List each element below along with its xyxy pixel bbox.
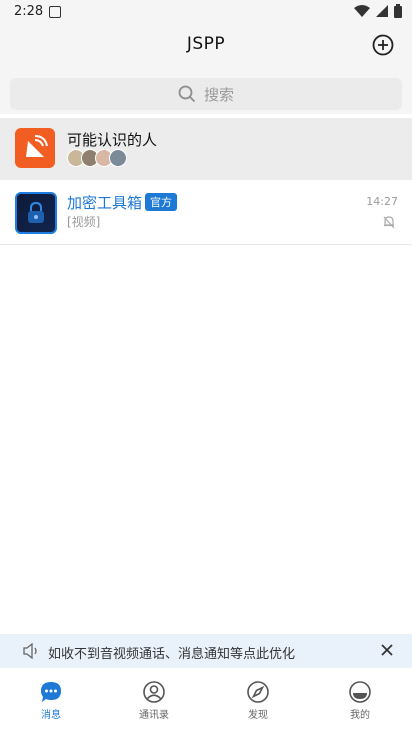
- tab-discover[interactable]: 发现: [228, 680, 288, 721]
- official-badge: 官方: [145, 193, 177, 211]
- chat-name: 加密工具箱: [67, 194, 143, 212]
- avatar: [109, 149, 127, 167]
- plus-circle-icon: [372, 34, 394, 56]
- add-button[interactable]: [370, 32, 396, 58]
- tab-label: 通讯录: [139, 710, 169, 721]
- radar-icon: [15, 128, 55, 168]
- search-input[interactable]: 搜索: [10, 78, 402, 110]
- notification-icon: [49, 6, 61, 18]
- chat-row[interactable]: 加密工具箱 官方 [视频] 14:27: [0, 180, 412, 245]
- status-time: 2:28: [14, 4, 44, 19]
- people-suggestion-row[interactable]: 可能认识的人: [0, 118, 412, 180]
- close-icon[interactable]: [380, 643, 394, 657]
- tab-me[interactable]: 我的: [330, 680, 390, 721]
- tab-label: 消息: [41, 710, 61, 721]
- chat-bubble-icon: [41, 682, 61, 702]
- app-title: JSPP: [186, 34, 226, 54]
- contacts-icon: [143, 681, 165, 703]
- mute-bell-icon: [383, 216, 395, 229]
- cellular-icon: [376, 5, 388, 17]
- search-icon: [178, 85, 196, 103]
- chat-preview: [视频]: [67, 215, 101, 229]
- speaker-icon: [23, 643, 37, 659]
- tab-label: 我的: [350, 710, 370, 721]
- battery-icon: [394, 4, 402, 18]
- lock-app-icon: [15, 192, 57, 234]
- bottom-tab-bar: 消息 通讯录 发现 我的: [0, 668, 412, 732]
- people-suggestion-title: 可能认识的人: [67, 131, 158, 149]
- search-area: 搜索: [0, 72, 412, 114]
- tab-label: 发现: [248, 710, 268, 721]
- profile-icon: [349, 681, 371, 703]
- status-icons: [354, 4, 402, 18]
- app-header: JSPP: [0, 24, 412, 72]
- wifi-icon: [354, 5, 370, 17]
- status-bar: 2:28: [0, 0, 412, 24]
- tab-messages[interactable]: 消息: [21, 680, 81, 721]
- suggested-avatars: [67, 149, 127, 167]
- chat-time: 14:27: [366, 195, 398, 208]
- tab-contacts[interactable]: 通讯录: [124, 680, 184, 721]
- compass-icon: [247, 681, 269, 703]
- optimization-notice[interactable]: 如收不到音视频通话、消息通知等点此优化: [0, 634, 412, 668]
- search-placeholder: 搜索: [203, 85, 234, 104]
- notice-text: 如收不到音视频通话、消息通知等点此优化: [48, 647, 296, 662]
